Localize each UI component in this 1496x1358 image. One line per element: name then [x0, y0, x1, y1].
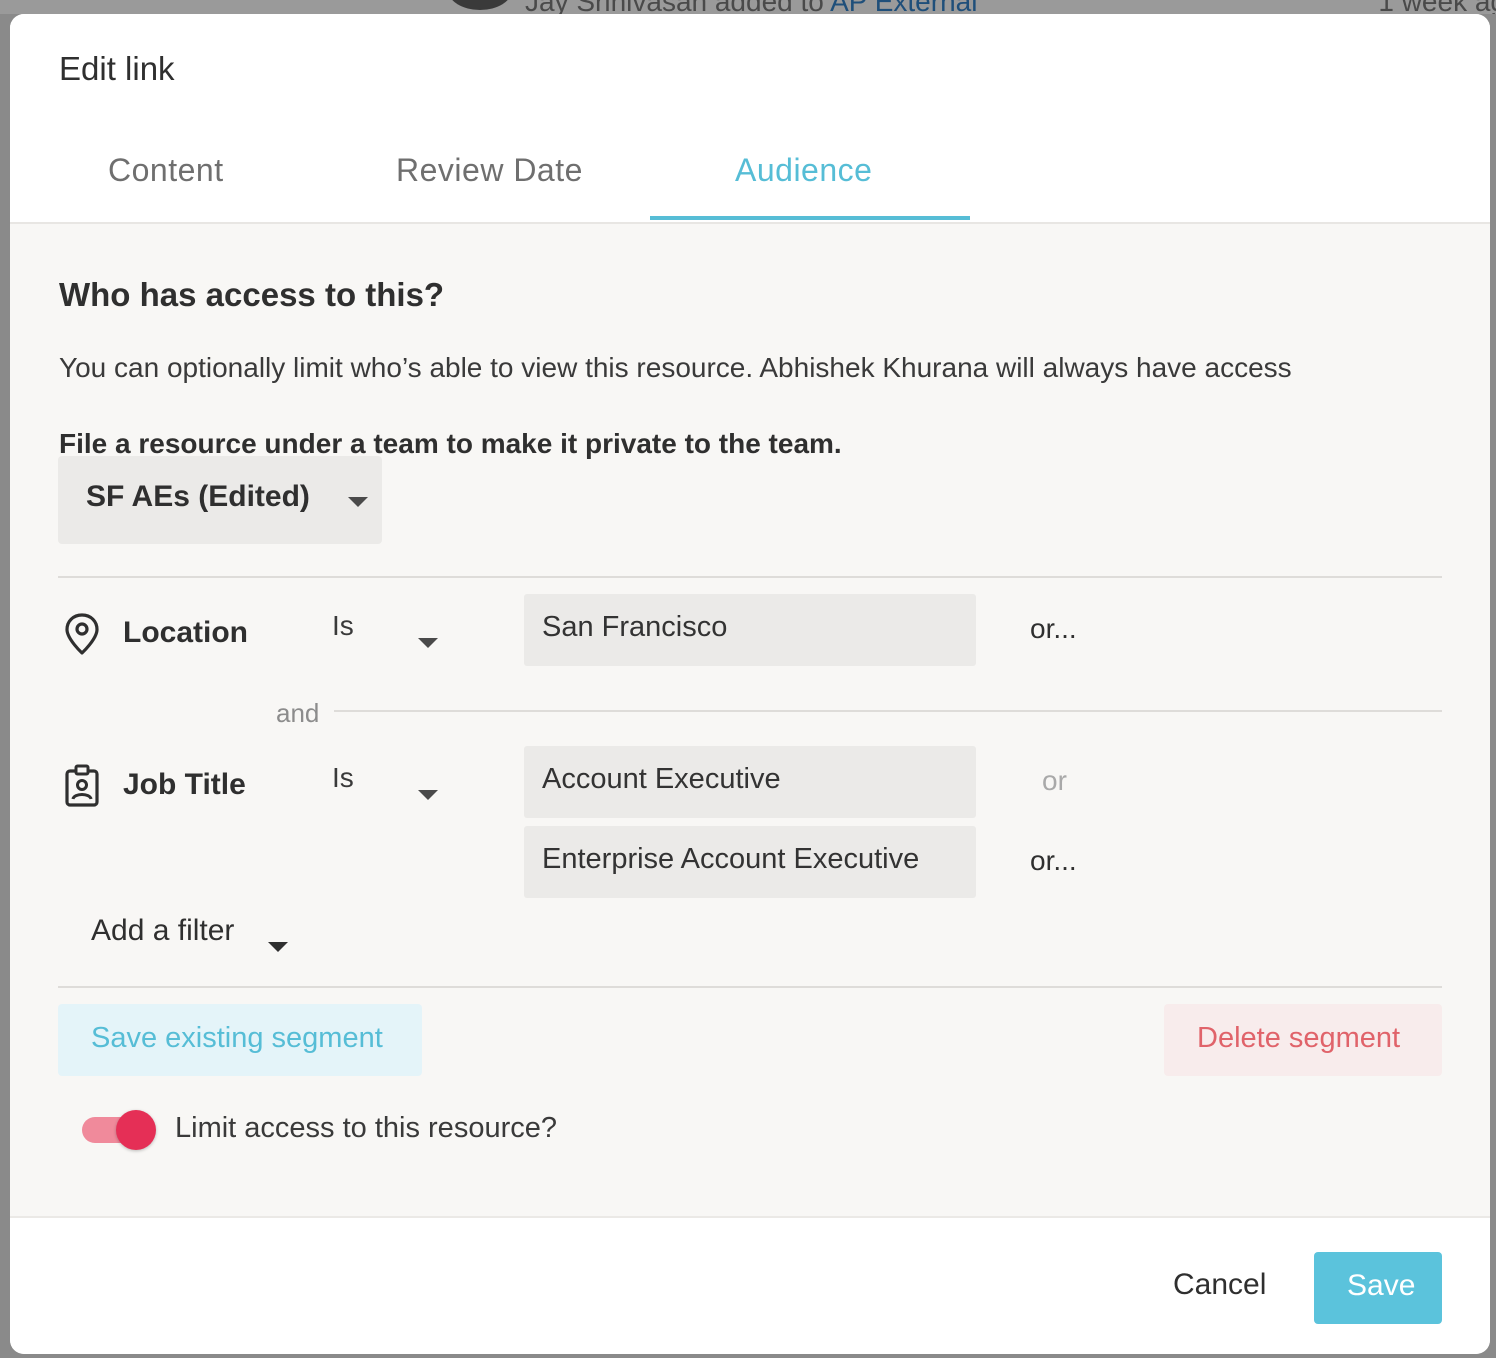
background-activity-text: Jay Srinivasan added to AP External [525, 0, 977, 14]
audience-description: You can optionally limit who’s able to v… [59, 352, 1292, 383]
team-select[interactable]: SF AEs (Edited) [58, 456, 382, 544]
limit-access-label: Limit access to this resource? [175, 1112, 557, 1144]
tab-content[interactable]: Content [108, 152, 224, 189]
save-button-label: Save [1347, 1269, 1416, 1302]
delete-segment-button[interactable]: Delete segment [1164, 1004, 1442, 1076]
tab-audience[interactable]: Audience [735, 152, 872, 189]
save-existing-segment-label: Save existing segment [91, 1022, 383, 1054]
save-button[interactable]: Save [1314, 1252, 1442, 1324]
toggle-knob [116, 1110, 156, 1150]
location-operator-value: Is [332, 610, 354, 641]
filter-name-location: Location [123, 616, 248, 649]
job-title-value-field[interactable]: Account Executive [524, 746, 976, 818]
modal-header: Edit link Content Review Date Audience [10, 14, 1490, 224]
location-value: San Francisco [542, 611, 728, 643]
cancel-button[interactable]: Cancel [1173, 1268, 1266, 1302]
job-title-operator-value: Is [332, 762, 354, 793]
limit-access-toggle[interactable] [82, 1110, 158, 1150]
location-operator-select[interactable]: Is [332, 610, 354, 642]
job-title-operator-select[interactable]: Is [332, 762, 354, 794]
background-edge [1490, 14, 1496, 1358]
add-filter-button[interactable]: Add a filter [91, 914, 234, 948]
divider [58, 576, 1442, 578]
or-separator: or [1042, 765, 1067, 796]
background-activity-time: 1 week ag [1378, 0, 1496, 14]
save-existing-segment-button[interactable]: Save existing segment [58, 1004, 422, 1076]
location-value-field[interactable]: San Francisco [524, 594, 976, 666]
audience-heading: Who has access to this? [59, 276, 445, 313]
delete-segment-label: Delete segment [1197, 1022, 1401, 1054]
job-title-value: Enterprise Account Executive [542, 843, 920, 875]
divider [58, 986, 1442, 988]
background-avatar [448, 0, 512, 10]
job-title-value-field[interactable]: Enterprise Account Executive [524, 826, 976, 898]
filter-name-job-title: Job Title [123, 768, 246, 801]
modal-title: Edit link [59, 50, 175, 87]
and-divider [334, 710, 1442, 712]
job-title-value: Account Executive [542, 763, 781, 795]
location-pin-icon [65, 613, 99, 655]
chevron-down-icon [348, 497, 368, 507]
background-activity-strip: Jay Srinivasan added to AP External 1 we… [0, 0, 1496, 14]
tab-review-date[interactable]: Review Date [396, 152, 583, 189]
job-title-add-or-link[interactable]: or... [1030, 845, 1077, 877]
modal-footer: Cancel Save [10, 1216, 1490, 1354]
add-filter-label: Add a filter [91, 914, 235, 947]
and-label: and [276, 698, 320, 728]
audience-panel: Who has access to this? You can optional… [10, 224, 1490, 1216]
location-add-or-link[interactable]: or... [1030, 613, 1077, 645]
chevron-down-icon[interactable] [268, 942, 288, 952]
edit-link-modal: Edit link Content Review Date Audience W… [10, 14, 1490, 1354]
chevron-down-icon[interactable] [418, 790, 438, 800]
badge-id-icon [65, 764, 99, 807]
team-select-value: SF AEs (Edited) [86, 480, 310, 513]
active-tab-indicator [650, 216, 970, 220]
background-activity-link: AP External [830, 0, 977, 14]
chevron-down-icon[interactable] [418, 638, 438, 648]
